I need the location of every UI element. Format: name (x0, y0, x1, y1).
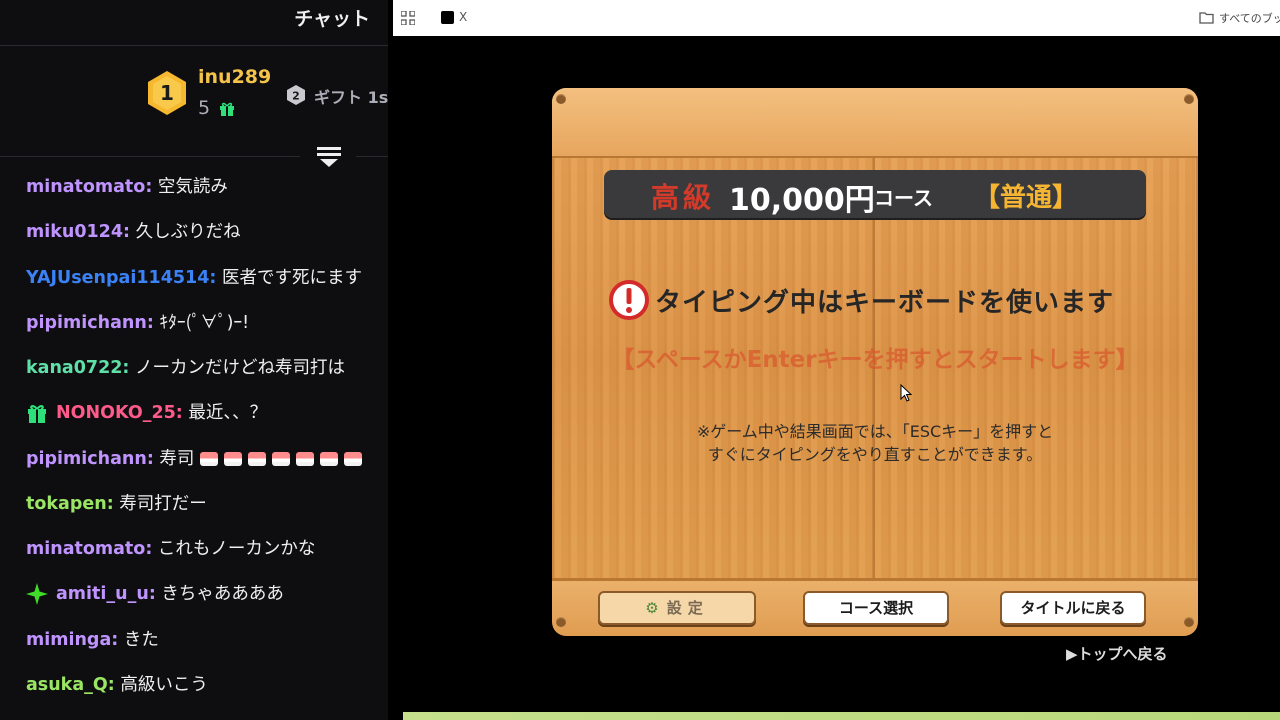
chat-text: 高級いこう (114, 675, 208, 695)
divider (356, 156, 388, 157)
chat-message: miku0124: 久しぶりだね (26, 217, 241, 247)
chat-header: チャット (0, 0, 388, 46)
gear-icon: ⚙ (645, 599, 659, 617)
chat-text: きちゃああああ (155, 584, 284, 604)
leaderboard-top-user[interactable]: inu289 (198, 66, 271, 88)
chat-username[interactable]: minatomato: (26, 177, 152, 197)
course-difficulty: 【普通】 (974, 183, 1079, 213)
chat-text: 最近、、？ (182, 403, 268, 423)
chat-message: tokapen: 寿司打だー (26, 489, 207, 519)
chat-username[interactable]: YAJUsenpai114514: (26, 268, 216, 288)
chat-username[interactable]: pipimichann: (26, 449, 154, 469)
folder-icon[interactable] (1199, 11, 1214, 24)
rivet (556, 617, 566, 627)
sushi-emote-icon (296, 452, 315, 466)
chat-text: 医者です死にます (216, 268, 362, 288)
chat-username[interactable]: miku0124: (26, 222, 130, 242)
bookmark-x[interactable]: X (459, 10, 467, 24)
collapse-leaderboard-icon[interactable] (316, 146, 342, 168)
rank-2-number: 2 (292, 90, 300, 103)
leaderboard-second-text: ギフト 1s (314, 88, 388, 107)
chat-username[interactable]: pipimichann: (26, 313, 154, 333)
chat-username[interactable]: miminga: (26, 630, 118, 650)
chat-username[interactable]: kana0722: (26, 358, 129, 378)
chat-text: 寿司 (153, 449, 195, 469)
chat-message: pipimichann: 寿司 (26, 444, 363, 474)
rank-2-badge-icon: 2 (287, 85, 305, 105)
esc-note: ※ゲーム中や結果画面では、「ESCキー」を押すと すぐにタイピングをやり直すこと… (552, 420, 1198, 466)
gift-icon (220, 102, 234, 116)
chat-username[interactable]: asuka_Q: (26, 675, 115, 695)
esc-note-line-1: ※ゲーム中や結果画面では、「ESCキー」を押すと (696, 422, 1054, 441)
chat-panel: チャット 1 inu289 5 2 ギフト 1s minatomato: 空気読… (0, 0, 388, 720)
chat-message: amiti_u_u: きちゃああああ (26, 579, 284, 609)
chat-text: 空気読み (152, 177, 228, 197)
sushi-emote-icon (344, 452, 363, 466)
chat-message: NONOKO_25: 最近、、？ (26, 398, 267, 428)
chat-message: kana0722: ノーカンだけどね寿司打は (26, 353, 345, 383)
course-banner: 高級 10,000円 コース 【普通】 (604, 170, 1146, 218)
sushi-emote-icon (320, 452, 339, 466)
sparkle-badge-icon (26, 583, 48, 605)
chat-message: pipimichann: ｷﾀｰ(ﾟ∀ﾟ)ｰ! (26, 308, 249, 338)
x-logo-icon[interactable] (441, 11, 454, 24)
chat-username[interactable]: NONOKO_25: (56, 403, 183, 423)
settings-button[interactable]: ⚙ 設定 (598, 591, 756, 625)
chat-text: ｷﾀｰ(ﾟ∀ﾟ)ｰ! (153, 313, 250, 333)
rank-1-badge-icon: 1 (148, 71, 186, 115)
apps-grid-icon[interactable] (401, 11, 415, 25)
gift-sub-badge-icon (28, 405, 46, 423)
leaderboard-top-count: 5 (198, 97, 211, 119)
chat-username[interactable]: tokapen: (26, 494, 114, 514)
back-to-top-link[interactable]: ▶トップへ戻る (1066, 643, 1168, 664)
warning-icon (609, 280, 649, 320)
keyboard-notice: タイピング中はキーボードを使います (655, 288, 1115, 318)
chat-text: 久しぶりだね (130, 222, 241, 242)
chat-message: minatomato: 空気読み (26, 172, 228, 202)
bookmarks-bar: X すべてのブックマ (393, 0, 1280, 36)
back-to-title-button[interactable]: タイトルに戻る (1000, 591, 1146, 625)
rivet (556, 94, 566, 104)
start-hint: 【スペースかEnterキーを押すとスタートします】 (611, 347, 1139, 373)
chat-text: これもノーカンかな (152, 539, 316, 559)
esc-note-line-2: すぐにタイピングをやり直すことができます。 (707, 445, 1043, 464)
chat-message: asuka_Q: 高級いこう (26, 670, 208, 700)
course-label: コース (874, 186, 933, 210)
divider (0, 156, 300, 157)
course-select-button[interactable]: コース選択 (803, 591, 949, 625)
chat-text: きた (118, 630, 159, 650)
sushi-emote-icon (224, 452, 243, 466)
chat-title: チャット (294, 8, 370, 30)
chat-username[interactable]: minatomato: (26, 539, 152, 559)
course-grade: 高級 (651, 181, 716, 214)
course-price: 10,000円 (729, 183, 875, 218)
browser-window: X すべてのブックマ 高級 10,000円 コース 【普通】 タイピング中はキー… (393, 0, 1280, 720)
rivet (1184, 617, 1194, 627)
sushi-emote-icon (248, 452, 267, 466)
mouse-cursor-icon (900, 384, 912, 402)
chat-message: minatomato: これもノーカンかな (26, 534, 315, 564)
chat-text: 寿司打だー (113, 494, 207, 514)
chat-text: ノーカンだけどね寿司打は (129, 358, 345, 378)
board-top-plank (552, 88, 1198, 158)
game-board: 高級 10,000円 コース 【普通】 タイピング中はキーボードを使います 【ス… (552, 88, 1198, 636)
settings-label: 設定 (666, 599, 709, 617)
chat-message: miminga: きた (26, 625, 159, 655)
chat-username[interactable]: amiti_u_u: (56, 584, 156, 604)
rivet (1184, 94, 1194, 104)
all-bookmarks-link[interactable]: すべてのブックマ (1219, 10, 1280, 26)
lower-content-strip (403, 712, 1280, 720)
sushi-emote-icon (200, 452, 219, 466)
sushi-emote-icon (272, 452, 291, 466)
rank-1-number: 1 (160, 81, 174, 105)
chat-message: YAJUsenpai114514: 医者です死にます (26, 263, 362, 293)
